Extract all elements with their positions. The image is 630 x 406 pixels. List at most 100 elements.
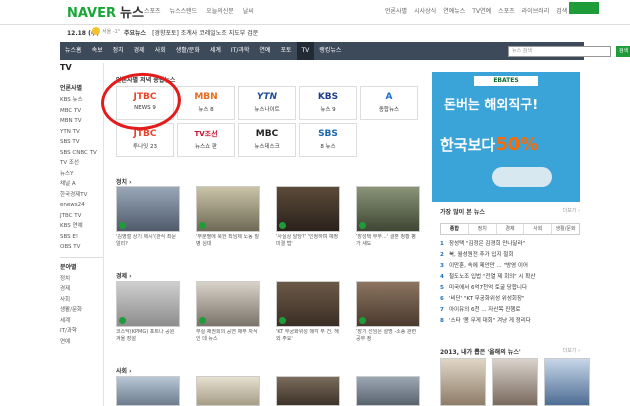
video-thumbnail[interactable]: '사실상 탈당?' '인정하며 예정 미결 법': [276, 186, 340, 248]
top-right-link[interactable]: 연예뉴스: [443, 6, 465, 15]
nav-item-breaking[interactable]: 속보: [87, 42, 108, 60]
sidebar-item[interactable]: OBS TV: [60, 242, 103, 253]
top-right-link[interactable]: TV연예: [472, 6, 491, 15]
broadcaster-sbs[interactable]: SBS 8 뉴스: [299, 123, 357, 157]
video-thumbnail[interactable]: [196, 376, 260, 406]
nav-item-photo[interactable]: 포토: [275, 42, 296, 60]
politics-section-title: 정치 ›: [116, 179, 132, 186]
login-button[interactable]: [569, 2, 599, 14]
video-thumbnail[interactable]: 'KT 무궁화위성 매각 무 건, 해외 주요': [276, 281, 340, 343]
video-thumbnail[interactable]: [116, 376, 180, 406]
main-nav: 뉴스홈 속보 정치 경제 사회 생활/문화 세계 IT/과학 연예 포토 TV …: [60, 42, 630, 60]
video-thumbnail[interactable]: [356, 376, 420, 406]
news-search-input[interactable]: 뉴스 검색: [508, 46, 611, 57]
sidebar-item[interactable]: YTN TV: [60, 127, 103, 138]
rank-item[interactable]: 8 '스타 '몸 무게 대회" 겨냥 게 정리다: [440, 316, 580, 327]
video-thumbnail[interactable]: 코스닥(KPMG) 포트나 공원 겨울 장설: [116, 281, 180, 343]
broadcaster-name: 투나잇 23: [133, 144, 157, 150]
broadcaster-tv-chosun[interactable]: TV조선 뉴스쇼 판: [177, 123, 235, 157]
nav-item-ranking[interactable]: 랭킹뉴스: [314, 42, 346, 60]
ticker-text: [경향포토] 조계사 코레일노조 지도부 검문: [152, 30, 259, 37]
sidebar-item[interactable]: IT/과학: [60, 326, 103, 337]
more-link[interactable]: 더보기 ›: [563, 207, 580, 214]
top-nav-weather[interactable]: 날씨: [243, 6, 254, 15]
top-right-link[interactable]: 시사상식: [414, 6, 436, 15]
rank-item[interactable]: 7 아이유의 6천 ... 자산목 진행로: [440, 305, 580, 316]
sidebar-item[interactable]: SBS CNBC TV: [60, 148, 103, 159]
sidebar-item[interactable]: 생활/문화: [60, 305, 103, 316]
sidebar-item[interactable]: 사회: [60, 295, 103, 306]
sidebar-item[interactable]: enews24: [60, 200, 103, 211]
sidebar-item[interactable]: SBS E!: [60, 232, 103, 243]
sidebar-item[interactable]: JTBC TV: [60, 211, 103, 222]
rank-item[interactable]: 5 미국에서 6억7천억 토굴 당합니다: [440, 283, 580, 294]
video-thumbnail[interactable]: 부실 채권회의 공연 채무 자식인 데 뉴스: [196, 281, 260, 343]
sidebar-item[interactable]: 정치: [60, 274, 103, 285]
rank-number: 2: [440, 252, 444, 258]
broadcaster-logo: A: [385, 92, 393, 102]
economy-section-title: 경제 ›: [116, 273, 132, 280]
news-of-year-image[interactable]: [492, 358, 538, 406]
broadcaster-channel-a[interactable]: A 종합뉴스: [360, 86, 418, 120]
nav-item-society[interactable]: 사회: [150, 42, 171, 60]
top-right-link[interactable]: 스포츠: [498, 6, 515, 15]
top-right-link[interactable]: 언론사별: [385, 6, 407, 15]
rank-item[interactable]: 2 북, 월성원전 추가 입지 철회: [440, 250, 580, 261]
sidebar-item[interactable]: TV 조선: [60, 158, 103, 169]
tab-society[interactable]: 사회: [524, 224, 553, 234]
rank-item[interactable]: 4 철도노조 입법 "전열 제 회의" 시 확산: [440, 272, 580, 283]
more-link[interactable]: 더보기 ›: [563, 347, 580, 354]
broadcaster-kbs[interactable]: KBS 뉴스 9: [299, 86, 357, 120]
sidebar-item[interactable]: MBN TV: [60, 116, 103, 127]
sidebar-item[interactable]: 세계: [60, 316, 103, 327]
nav-item-entertainment[interactable]: 연예: [254, 42, 275, 60]
sidebar-item[interactable]: KBS 연예: [60, 221, 103, 232]
sidebar-item[interactable]: 한국경제TV: [60, 190, 103, 201]
tab-politics[interactable]: 정치: [469, 224, 497, 234]
ad-banner[interactable]: EBATES 돈버는 해외직구! 한국보다50%: [432, 72, 580, 202]
rank-item[interactable]: 6 '비단' "KT 무궁화위성 위성회장": [440, 294, 580, 305]
rank-item-text: 장성택 "김정은 김경희 만나달라": [449, 241, 526, 247]
sidebar-item[interactable]: KBS 뉴스: [60, 95, 103, 106]
nav-item-it[interactable]: IT/과학: [226, 42, 255, 60]
sidebar-item[interactable]: 경제: [60, 284, 103, 295]
rank-item[interactable]: 1 장성택 "김정은 김경희 만나달라": [440, 239, 580, 250]
nav-item-tv[interactable]: TV: [296, 42, 315, 60]
video-thumbnail[interactable]: '장기 선임은 설명 -소송 관련 공부 정: [356, 281, 420, 343]
naver-logo[interactable]: NAVER 뉴스: [67, 2, 144, 21]
news-of-year-image[interactable]: [440, 358, 486, 406]
sidebar-item[interactable]: SBS TV: [60, 137, 103, 148]
tab-all[interactable]: 종합: [441, 224, 469, 234]
rank-item-text: '비단' "KT 무궁화위성 위성회장": [449, 296, 525, 302]
nav-item-economy[interactable]: 경제: [129, 42, 150, 60]
airplane-icon: [492, 167, 552, 187]
broadcaster-ytn[interactable]: YTN 뉴스나이트: [238, 86, 296, 120]
headline-ticker[interactable]: 주요뉴스 [경향포토] 조계사 코레일노조 지도부 검문: [124, 28, 258, 37]
nav-item-world[interactable]: 세계: [205, 42, 226, 60]
video-thumbnail[interactable]: '무분별에 북한 최임제 노동 질병 심대: [196, 186, 260, 248]
top-right-link[interactable]: 검색: [556, 6, 567, 15]
sidebar-item[interactable]: 연예: [60, 337, 103, 348]
top-nav-newspaper[interactable]: 오늘의신문: [206, 6, 234, 15]
sidebar-item[interactable]: MBC TV: [60, 106, 103, 117]
video-thumbnail[interactable]: [276, 376, 340, 406]
search-button[interactable]: 검색: [616, 46, 630, 57]
top-right-link[interactable]: 라이브러리: [522, 6, 550, 15]
tab-economy[interactable]: 경제: [497, 224, 525, 234]
nav-item-life[interactable]: 생활/문화: [171, 42, 205, 60]
video-thumbnail[interactable]: '장성택 부부...' 결혼 정황 평가 새도: [356, 186, 420, 248]
rank-item[interactable]: 3 이만훈, 속에 제안만 ... "방영 이어: [440, 261, 580, 272]
sidebar-item[interactable]: 뉴스Y: [60, 169, 103, 180]
nav-item-politics[interactable]: 정치: [108, 42, 129, 60]
broadcaster-mbc[interactable]: MBC 뉴스데스크: [238, 123, 296, 157]
top-nav-sports[interactable]: 스포츠: [144, 6, 161, 15]
video-thumbnail[interactable]: '김영철 상기 제시'(관식 최문 알리?: [116, 186, 180, 248]
top-nav-newsstand[interactable]: 뉴스스탠드: [170, 6, 198, 15]
broadcaster-mbn[interactable]: MBN 뉴스 8: [177, 86, 235, 120]
sidebar-item[interactable]: 채널 A: [60, 179, 103, 190]
nav-item-home[interactable]: 뉴스홈: [60, 42, 87, 60]
tab-life[interactable]: 생활/문화: [552, 224, 579, 234]
ad-headline: 돈버는 해외직구!: [444, 98, 539, 113]
temperature: 서울 -1°: [102, 29, 121, 35]
news-of-year-image[interactable]: [544, 358, 590, 406]
